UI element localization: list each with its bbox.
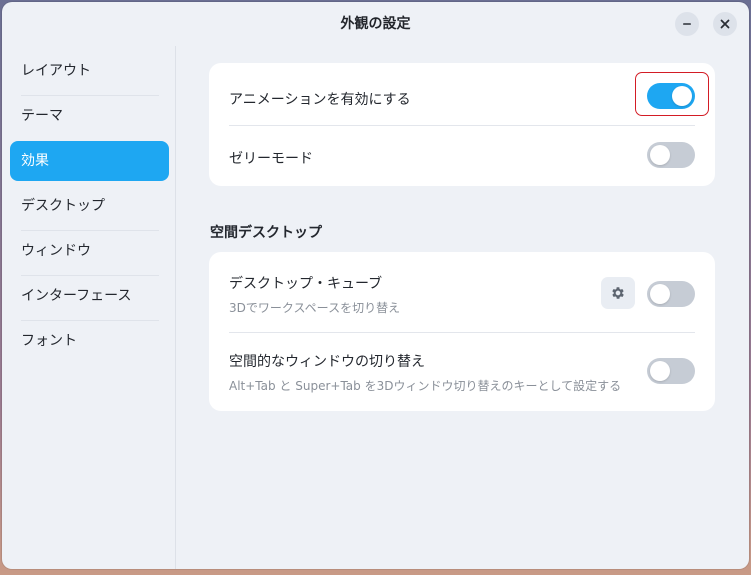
animation-toggle[interactable] xyxy=(647,83,695,109)
close-button[interactable] xyxy=(713,12,737,36)
row-divider xyxy=(229,332,695,333)
sidebar-item-theme[interactable]: テーマ xyxy=(10,96,169,136)
cube-description: 3Dでワークスペースを切り替え xyxy=(229,301,401,315)
toggle-knob xyxy=(672,86,692,106)
minimize-icon xyxy=(683,23,691,25)
cube-label: デスクトップ・キューブ xyxy=(229,276,383,292)
wobbly-toggle[interactable] xyxy=(647,142,695,168)
window-title: 外観の設定 xyxy=(340,16,411,32)
sidebar-item-window[interactable]: ウィンドウ xyxy=(10,231,169,271)
sidebar-item-desktop[interactable]: デスクトップ xyxy=(10,186,169,226)
close-icon xyxy=(720,19,730,29)
sidebar-item-layout[interactable]: レイアウト xyxy=(10,51,169,91)
cube-toggle[interactable] xyxy=(647,281,695,307)
gear-icon xyxy=(612,287,624,299)
effects-card: アニメーションを有効にする ゼリーモード xyxy=(209,63,715,186)
window-switch-toggle[interactable] xyxy=(647,358,695,384)
appearance-settings-window: 外観の設定 レイアウト テーマ 効果 デスクトップ ウィンドウ インターフェース… xyxy=(2,2,749,569)
toggle-knob xyxy=(650,361,670,381)
sidebar-item-interface[interactable]: インターフェース xyxy=(10,276,169,316)
toggle-knob xyxy=(650,145,670,165)
sidebar: レイアウト テーマ 効果 デスクトップ ウィンドウ インターフェース フォント xyxy=(2,46,176,569)
sidebar-item-effects[interactable]: 効果 xyxy=(10,141,169,181)
animation-label: アニメーションを有効にする xyxy=(229,92,411,108)
title-bar: 外観の設定 xyxy=(2,2,749,46)
toggle-knob xyxy=(650,284,670,304)
sidebar-item-font[interactable]: フォント xyxy=(10,321,169,361)
wobbly-label: ゼリーモード xyxy=(229,151,313,167)
window-switch-label: 空間的なウィンドウの切り替え xyxy=(229,354,425,370)
spatial-desktop-card: デスクトップ・キューブ 3Dでワークスペースを切り替え 空間的なウィンドウの切り… xyxy=(209,252,715,411)
cube-settings-button[interactable] xyxy=(601,277,635,309)
window-switch-description: Alt+Tab と Super+Tab を3Dウィンドウ切り替えのキーとして設定… xyxy=(229,379,622,393)
section-title-spatial-desktop: 空間デスクトップ xyxy=(210,225,322,241)
minimize-button[interactable] xyxy=(675,12,699,36)
row-divider xyxy=(229,125,695,126)
